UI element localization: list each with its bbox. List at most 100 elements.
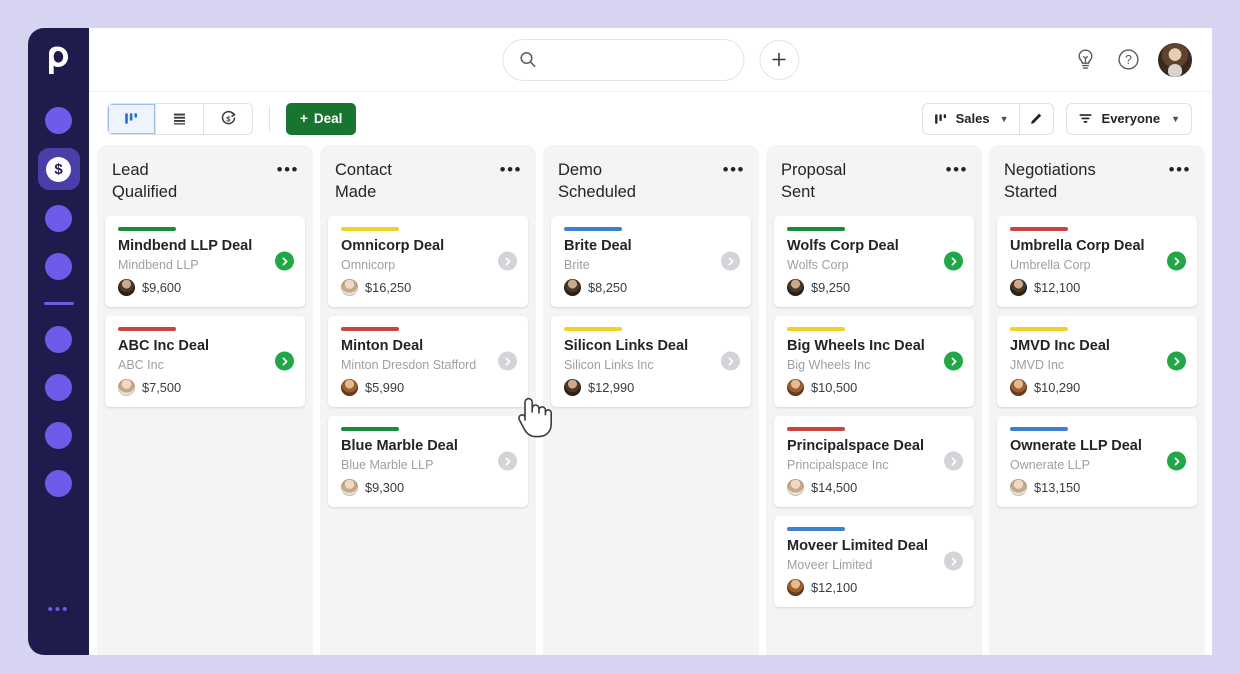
list-view-toggle[interactable] (156, 103, 204, 134)
sidebar-item-6[interactable] (45, 373, 72, 401)
column-proposal-sent: Proposal Sent ••• Wolfs Corp Deal Wolfs Corp… (766, 145, 982, 655)
deal-card[interactable]: Silicon Links Deal Silicon Links Inc $12,9… (551, 315, 751, 407)
move-deal-forward-icon[interactable] (498, 251, 517, 271)
move-deal-forward-icon[interactable] (498, 351, 517, 371)
sidebar-item-deals[interactable]: $ (37, 148, 80, 190)
deal-title: Omnicorp Deal (341, 237, 445, 254)
deal-card[interactable]: Big Wheels Inc Deal Big Wheels Inc $10,500 (774, 315, 974, 407)
move-deal-forward-icon[interactable] (944, 451, 963, 471)
move-deal-forward-icon[interactable] (1167, 251, 1186, 271)
move-deal-forward-icon[interactable] (1167, 351, 1186, 371)
deal-footer: $12,100 (1010, 278, 1185, 296)
deal-card[interactable]: ABC Inc Deal ABC Inc $7,500 (105, 315, 305, 407)
deal-footer: $13,150 (1010, 478, 1185, 496)
card-list: Omnicorp Deal Omnicorp $16,250 Minton Deal M… (320, 212, 536, 515)
add-button[interactable] (759, 39, 799, 80)
column-menu-button[interactable]: ••• (946, 160, 968, 178)
deal-card[interactable]: Minton Deal Minton Dresdon Stafford $5,990 (328, 315, 528, 407)
deal-title: Silicon Links Deal (564, 337, 689, 354)
deal-stage-bar (1010, 426, 1068, 431)
deal-card[interactable]: Wolfs Corp Deal Wolfs Corp $9,250 (774, 215, 974, 307)
move-deal-forward-icon[interactable] (944, 351, 963, 371)
sidebar-item-8[interactable] (45, 469, 72, 497)
user-avatar[interactable] (1158, 42, 1192, 77)
move-deal-forward-icon[interactable] (944, 251, 963, 271)
search-icon (519, 51, 536, 68)
move-deal-forward-icon[interactable] (498, 451, 517, 471)
pipeline-edit-button[interactable] (1018, 103, 1053, 134)
view-toggle-group: $ (107, 102, 253, 135)
deal-stage-bar (787, 226, 845, 231)
sidebar-item-5[interactable] (45, 325, 72, 353)
help-icon[interactable]: ? (1115, 47, 1141, 73)
deal-footer: $10,290 (1010, 378, 1185, 396)
deal-card[interactable]: Umbrella Corp Deal Umbrella Corp $12,100 (997, 215, 1197, 307)
search-box[interactable] (502, 38, 744, 81)
deal-value: $7,500 (142, 379, 182, 395)
sidebar-more-icon[interactable]: ••• (48, 602, 70, 617)
deal-organization: Minton Dresdon Stafford (341, 358, 477, 373)
filter-selector[interactable]: Everyone ▼ (1065, 102, 1192, 135)
sidebar-item-4[interactable] (45, 252, 72, 280)
move-deal-forward-icon[interactable] (275, 351, 294, 371)
deal-title: Ownerate LLP Deal (1010, 437, 1142, 454)
pipeline-view-toggle[interactable] (108, 103, 156, 134)
list-icon (174, 113, 185, 125)
column-header: Proposal Sent ••• (766, 145, 982, 212)
move-deal-forward-icon[interactable] (944, 551, 963, 571)
column-title-line2: Sent (781, 182, 815, 201)
deal-card[interactable]: Omnicorp Deal Omnicorp $16,250 (328, 215, 528, 307)
column-menu-button[interactable]: ••• (500, 160, 522, 178)
deal-footer: $5,990 (341, 378, 516, 396)
plus-icon (772, 52, 786, 67)
deal-card[interactable]: Moveer Limited Deal Moveer Limited $12,100 (774, 515, 974, 607)
deal-card[interactable]: Ownerate LLP Deal Ownerate LLP $13,150 (997, 415, 1197, 507)
column-header: Lead Qualified ••• (97, 145, 313, 212)
column-title-line2: Started (1004, 182, 1058, 201)
svg-text:?: ? (1125, 53, 1132, 67)
deal-footer: $7,500 (118, 378, 293, 396)
move-deal-forward-icon[interactable] (275, 251, 294, 271)
deal-card[interactable]: Mindbend LLP Deal Mindbend LLP $9,600 (105, 215, 305, 307)
deal-organization: Mindbend LLP (118, 258, 199, 273)
deal-card[interactable]: Blue Marble Deal Blue Marble LLP $9,300 (328, 415, 528, 507)
deal-card[interactable]: Principalspace Deal Principalspace Inc $14… (774, 415, 974, 507)
add-deal-button[interactable]: + Deal (286, 102, 357, 135)
deal-footer: $8,250 (564, 278, 739, 296)
svg-text:$: $ (226, 115, 231, 124)
deal-title: Brite Deal (564, 237, 632, 254)
deal-stage-bar (341, 326, 399, 331)
sidebar-item-1[interactable] (45, 106, 72, 134)
deal-value: $12,100 (811, 579, 858, 595)
deal-organization: Big Wheels Inc (787, 358, 871, 373)
column-title: Lead Qualified (112, 161, 178, 201)
column-menu-button[interactable]: ••• (1169, 160, 1191, 178)
lightbulb-icon[interactable] (1072, 47, 1098, 73)
deal-stage-bar (564, 326, 622, 331)
sidebar-item-7[interactable] (45, 421, 72, 449)
deal-owner-avatar (118, 278, 135, 296)
deal-owner-avatar (341, 278, 358, 296)
forecast-view-toggle[interactable]: $ (204, 103, 252, 134)
search-input[interactable] (545, 52, 725, 67)
pipeline-selector[interactable]: Sales ▼ (921, 102, 1054, 135)
sidebar-item-3[interactable] (45, 204, 72, 232)
column-menu-button[interactable]: ••• (277, 160, 299, 178)
deal-owner-avatar (787, 378, 804, 396)
deal-value: $16,250 (365, 279, 412, 295)
toolbar-divider (269, 105, 270, 132)
deal-organization: Silicon Links Inc (564, 358, 654, 373)
deal-footer: $14,500 (787, 478, 962, 496)
pipeline-selector-main[interactable]: Sales ▼ (923, 104, 1019, 134)
move-deal-forward-icon[interactable] (721, 251, 740, 271)
pipedrive-logo[interactable] (38, 38, 80, 82)
deal-value: $10,290 (1034, 379, 1081, 395)
deal-card[interactable]: JMVD Inc Deal JMVD Inc $10,290 (997, 315, 1197, 407)
deal-card[interactable]: Brite Deal Brite $8,250 (551, 215, 751, 307)
deal-owner-avatar (341, 478, 358, 496)
deal-organization: Principalspace Inc (787, 458, 889, 473)
move-deal-forward-icon[interactable] (1167, 451, 1186, 471)
column-menu-button[interactable]: ••• (723, 160, 745, 178)
deal-organization: JMVD Inc (1010, 358, 1065, 373)
move-deal-forward-icon[interactable] (721, 351, 740, 371)
